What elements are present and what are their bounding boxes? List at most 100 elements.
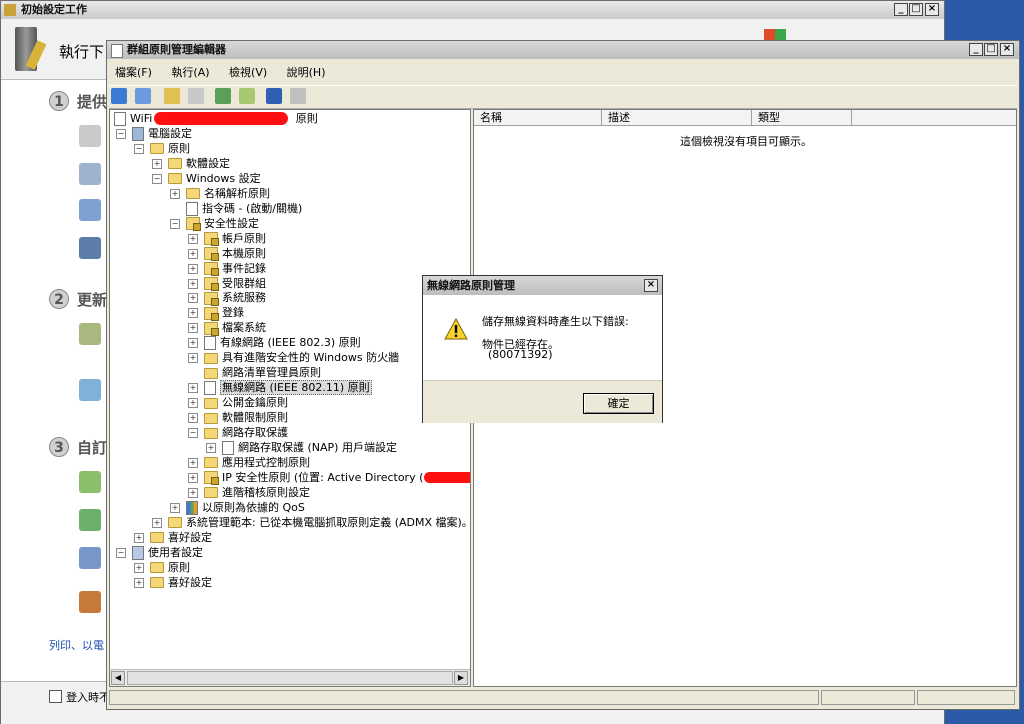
expand-icon[interactable]: + [188, 472, 198, 483]
clock-icon[interactable] [79, 163, 101, 185]
expand-icon[interactable]: + [188, 248, 198, 259]
tree-item[interactable]: − 原則 [134, 141, 190, 156]
collapse-icon[interactable]: − [116, 129, 126, 139]
tree-item[interactable]: − 安全性設定 [170, 216, 259, 232]
tree-hscrollbar[interactable]: ◀ ▶ [110, 669, 470, 686]
tree-item[interactable]: + 喜好設定 [134, 575, 212, 590]
gp-minimize-button[interactable]: _ [969, 43, 983, 56]
tree-item[interactable]: − Windows 設定 [152, 171, 261, 186]
add-roles-icon[interactable] [79, 471, 101, 493]
expand-icon[interactable]: + [134, 577, 144, 588]
collapse-icon[interactable]: − [134, 143, 144, 154]
menu-action[interactable]: 執行(A) [171, 66, 209, 79]
expand-icon[interactable]: + [188, 457, 198, 468]
dialog-close-button[interactable]: × [644, 279, 658, 292]
ok-button[interactable]: 確定 [583, 393, 654, 414]
menu-file[interactable]: 檔案(F) [115, 66, 152, 79]
firewall-icon[interactable] [79, 591, 101, 613]
tree-item[interactable]: 網路清單管理員原則 [188, 365, 321, 380]
up-folder-icon[interactable] [164, 88, 180, 104]
tree-item[interactable]: + 進階稽核原則設定 [188, 485, 310, 500]
expand-icon[interactable]: + [206, 442, 216, 453]
expand-icon[interactable]: + [188, 263, 198, 274]
expand-icon[interactable]: + [188, 293, 198, 304]
tree-item[interactable]: + 無線網路 (IEEE 802.11) 原則 [188, 380, 372, 396]
update-icon[interactable] [79, 323, 101, 345]
expand-icon[interactable]: + [188, 413, 198, 424]
expand-icon[interactable]: + [188, 323, 198, 334]
expand-icon[interactable]: + [170, 502, 180, 513]
tree-item[interactable]: + 登錄 [188, 305, 244, 321]
maximize-button[interactable]: □ [909, 3, 923, 16]
tree-item[interactable]: − 電腦設定 [116, 126, 192, 141]
tree-item[interactable]: + 具有進階安全性的 Windows 防火牆 [188, 350, 399, 365]
tree-item[interactable]: + 名稱解析原則 [170, 186, 270, 201]
column-type[interactable]: 類型 [752, 110, 852, 126]
dialog-titlebar[interactable]: 無線網路原則管理 [423, 276, 662, 295]
collapse-icon[interactable]: − [188, 428, 198, 438]
tree-item[interactable]: + 本機原則 [188, 246, 266, 262]
menu-view[interactable]: 檢視(V) [229, 66, 267, 79]
expand-icon[interactable]: + [188, 398, 198, 409]
tree-item[interactable]: + 原則 [134, 560, 190, 575]
tree-item[interactable]: + 應用程式控制原則 [188, 455, 310, 470]
tree-item[interactable]: +IP 安全性原則 (位置: Active Directory () [188, 470, 470, 486]
startup-checkbox[interactable] [49, 690, 62, 703]
tree-item[interactable]: − 網路存取保護 [188, 425, 288, 440]
show-hide-tree-icon[interactable] [187, 88, 204, 104]
tree-item[interactable]: + 事件記錄 [188, 261, 266, 277]
key-icon[interactable] [79, 125, 101, 147]
expand-icon[interactable]: + [188, 487, 198, 498]
expand-icon[interactable]: + [152, 158, 162, 169]
expand-icon[interactable]: + [134, 562, 144, 573]
expand-icon[interactable]: + [188, 233, 198, 244]
add-features-icon[interactable] [79, 509, 101, 531]
forward-arrow-icon[interactable] [134, 88, 151, 104]
column-description[interactable]: 描述 [602, 110, 752, 126]
expand-icon[interactable]: + [134, 532, 144, 543]
remote-desktop-icon[interactable] [79, 547, 101, 569]
collapse-icon[interactable]: − [116, 547, 126, 558]
tree-item[interactable]: + 公開金鑰原則 [188, 395, 288, 410]
tree-item[interactable]: − 使用者設定 [116, 545, 203, 560]
back-arrow-icon[interactable] [111, 88, 127, 104]
tree-item[interactable]: 指令碼 - (啟動/關機) [170, 201, 302, 216]
scroll-left-arrow[interactable]: ◀ [111, 671, 125, 685]
minimize-button[interactable]: _ [894, 3, 908, 16]
computer-icon[interactable] [79, 237, 101, 259]
network-icon[interactable] [79, 199, 101, 221]
print-link[interactable]: 列印、以電 [49, 637, 104, 653]
tree-item[interactable]: + 檔案系統 [188, 320, 266, 336]
tree-item[interactable]: + 喜好設定 [134, 530, 212, 545]
refresh-icon[interactable] [215, 88, 231, 104]
tree-pane[interactable]: WiFi 原則 − 電腦設定 − 原則 + 軟體設定 − Windows 設定 + 名稱解析原則指… [109, 109, 471, 687]
collapse-icon[interactable]: − [152, 173, 162, 184]
expand-icon[interactable]: + [170, 188, 180, 199]
tree-item[interactable]: + 帳戶原則 [188, 231, 266, 247]
initial-config-titlebar[interactable]: 初始設定工作 [1, 1, 944, 19]
gp-editor-titlebar[interactable]: 群組原則管理編輯器 [107, 41, 1019, 59]
scroll-right-arrow[interactable]: ▶ [454, 671, 468, 685]
feedback-icon[interactable] [79, 379, 101, 401]
export-list-icon[interactable] [238, 88, 255, 104]
expand-icon[interactable]: + [188, 353, 198, 364]
tree-item[interactable]: + 網路存取保護 (NAP) 用戶端設定 [206, 440, 397, 455]
tree-item[interactable]: + 受限群組 [188, 276, 266, 291]
tree-item[interactable]: + 軟體限制原則 [188, 410, 288, 425]
tree-item[interactable]: + 以原則為依據的 QoS [170, 500, 305, 515]
help-icon[interactable] [266, 88, 282, 104]
close-button[interactable]: × [925, 3, 939, 16]
tree-item[interactable]: + 有線網路 (IEEE 802.3) 原則 [188, 335, 361, 351]
gp-close-button[interactable]: × [1000, 43, 1014, 56]
tree-item[interactable]: + 系統服務 [188, 290, 266, 306]
expand-icon[interactable]: + [188, 338, 198, 349]
gp-maximize-button[interactable]: □ [984, 43, 998, 56]
collapse-icon[interactable]: − [170, 218, 180, 229]
expand-icon[interactable]: + [152, 517, 162, 528]
expand-icon[interactable]: + [188, 278, 198, 289]
tree-item[interactable]: + 系統管理範本: 已從本機電腦抓取原則定義 (ADMX 檔案)。 [152, 515, 470, 530]
properties-icon[interactable] [289, 88, 306, 104]
menu-help[interactable]: 說明(H) [287, 66, 326, 79]
scroll-thumb[interactable] [127, 671, 453, 685]
expand-icon[interactable]: + [188, 383, 198, 394]
